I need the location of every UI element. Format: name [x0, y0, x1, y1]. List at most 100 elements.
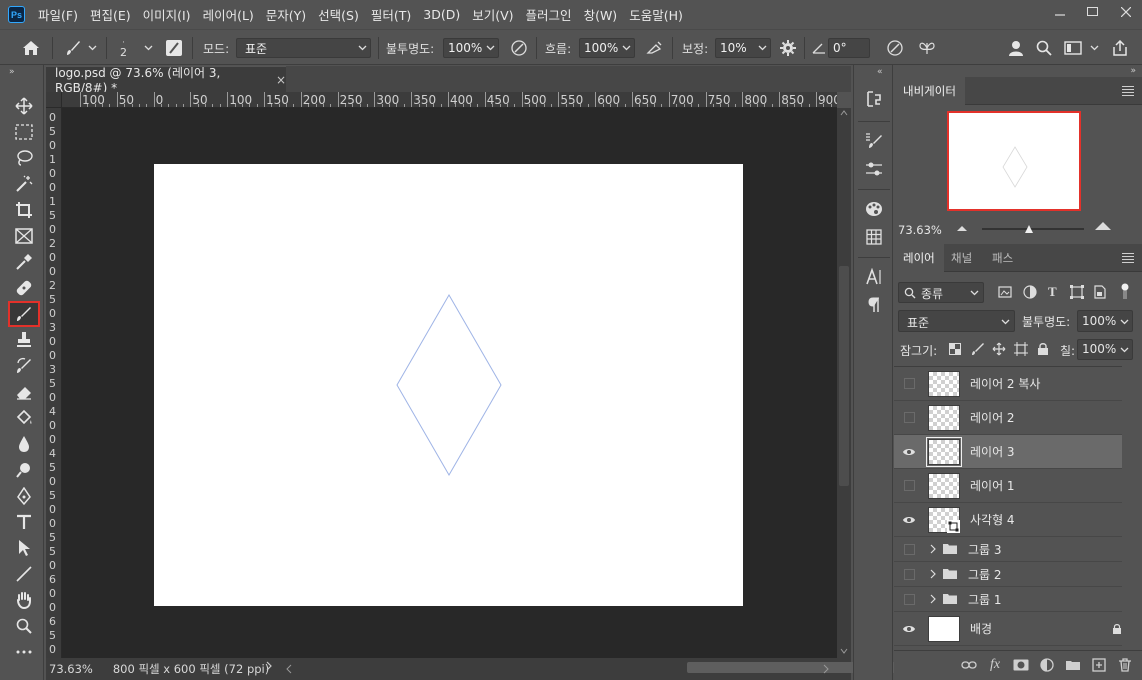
share-button[interactable]: [1112, 30, 1128, 66]
link-layers-icon[interactable]: [960, 656, 978, 674]
eraser-tool[interactable]: [8, 379, 40, 405]
lock-artboard-icon[interactable]: [1014, 342, 1028, 356]
visibility-toggle[interactable]: [894, 612, 924, 645]
magic-wand-tool[interactable]: [8, 171, 40, 197]
filter-adjustment-icon[interactable]: [1023, 285, 1037, 299]
lock-icon[interactable]: [1112, 623, 1122, 635]
filter-type-icon[interactable]: T: [1048, 284, 1057, 300]
menu-item-9[interactable]: 플러그인: [520, 5, 578, 24]
layer-row[interactable]: 레이어 1: [894, 469, 1142, 503]
horizontal-scrollbar[interactable]: [282, 658, 897, 680]
scroll-up-icon[interactable]: [840, 110, 848, 116]
horizontal-ruler[interactable]: 100 50 0 50 100 150 200 250 300 350 400 450 500 550 60…: [62, 92, 837, 108]
type-tool[interactable]: [8, 509, 40, 535]
visibility-toggle[interactable]: [894, 367, 924, 400]
layer-row[interactable]: 사각형 4: [894, 503, 1142, 537]
history-panel-button[interactable]: [862, 87, 886, 111]
menu-item-2[interactable]: 이미지(I): [137, 5, 197, 24]
adjustment-layer-icon[interactable]: [1038, 656, 1056, 674]
lock-pixels-icon[interactable]: [971, 342, 985, 356]
add-mask-icon[interactable]: [1012, 656, 1030, 674]
brush-size-chevron[interactable]: [144, 30, 153, 66]
layer-row[interactable]: 레이어 3: [894, 435, 1142, 469]
vertical-scrollbar[interactable]: [837, 108, 851, 658]
brush-size-picker[interactable]: · 2: [120, 30, 127, 66]
new-layer-icon[interactable]: [1090, 656, 1108, 674]
clone-stamp-tool[interactable]: [8, 327, 40, 353]
character-panel-button[interactable]: [862, 265, 886, 289]
visibility-toggle[interactable]: [894, 401, 924, 434]
menu-item-11[interactable]: 도움말(H): [623, 5, 689, 24]
scroll-right-icon[interactable]: [823, 664, 829, 674]
menu-item-5[interactable]: 선택(S): [312, 5, 365, 24]
layer-opacity-input[interactable]: 100%: [1077, 310, 1133, 332]
paint-bucket-tool[interactable]: [8, 405, 40, 431]
layer-group-row[interactable]: 그룹 1: [894, 587, 1142, 612]
maximize-button[interactable]: [1076, 0, 1109, 24]
menu-item-8[interactable]: 보기(V): [466, 5, 519, 24]
marquee-tool[interactable]: [8, 119, 40, 145]
menu-item-6[interactable]: 필터(T): [365, 5, 417, 24]
panel-menu-icon[interactable]: [1122, 253, 1134, 265]
pressure-opacity-button[interactable]: [510, 30, 528, 66]
filter-toggle[interactable]: [1121, 283, 1129, 301]
menu-item-0[interactable]: 파일(F): [32, 5, 84, 24]
visibility-toggle[interactable]: [894, 469, 924, 502]
ruler-origin[interactable]: [46, 92, 62, 108]
visibility-toggle[interactable]: [894, 435, 924, 468]
path-selection-tool[interactable]: [8, 535, 40, 561]
menu-item-1[interactable]: 편집(E): [84, 5, 137, 24]
paragraph-panel-button[interactable]: [862, 293, 886, 317]
visibility-toggle[interactable]: [894, 587, 924, 611]
brush-tool[interactable]: [8, 301, 40, 327]
fx-icon[interactable]: fx: [986, 656, 1004, 674]
visibility-toggle[interactable]: [894, 537, 924, 561]
zoom-in-icon[interactable]: [1094, 221, 1112, 231]
visibility-toggle[interactable]: [894, 562, 924, 586]
layer-row[interactable]: 레이어 2: [894, 401, 1142, 435]
zoom-slider-handle[interactable]: [1024, 224, 1034, 234]
visibility-toggle[interactable]: [894, 503, 924, 536]
smoothing-input[interactable]: 10%: [715, 38, 771, 58]
search-button[interactable]: [1036, 30, 1052, 66]
lock-position-icon[interactable]: [992, 342, 1006, 356]
tab-channels[interactable]: 채널: [942, 244, 981, 272]
minimize-button[interactable]: [1043, 0, 1076, 24]
move-tool[interactable]: [8, 93, 40, 119]
layer-row[interactable]: 배경: [894, 612, 1142, 646]
blur-tool[interactable]: [8, 431, 40, 457]
group-expand-icon[interactable]: [930, 544, 936, 554]
filter-smart-object-icon[interactable]: [1094, 285, 1106, 299]
new-group-icon[interactable]: [1064, 656, 1082, 674]
document-canvas[interactable]: [154, 164, 743, 606]
group-expand-icon[interactable]: [930, 569, 936, 579]
vertical-ruler[interactable]: 050100150200250300350400450500550600650: [46, 108, 62, 658]
layer-filter-dropdown[interactable]: 종류: [898, 282, 984, 303]
brush-settings-toggle[interactable]: [165, 30, 183, 66]
eyedropper-tool[interactable]: [8, 249, 40, 275]
group-expand-icon[interactable]: [930, 594, 936, 604]
fill-input[interactable]: 100%: [1077, 339, 1133, 360]
symmetry-button[interactable]: [918, 30, 936, 66]
brush-preset-picker[interactable]: [64, 30, 97, 66]
navigator-zoom-value[interactable]: 73.63%: [898, 223, 942, 237]
home-button[interactable]: [22, 30, 40, 66]
dodge-tool[interactable]: [8, 457, 40, 483]
healing-brush-tool[interactable]: [8, 275, 40, 301]
pen-tool[interactable]: [8, 483, 40, 509]
smoothing-settings-button[interactable]: [780, 30, 796, 66]
scroll-down-icon[interactable]: [840, 648, 848, 654]
opacity-input[interactable]: 100%: [443, 38, 499, 58]
tab-navigator[interactable]: 내비게이터: [894, 77, 965, 105]
menu-item-4[interactable]: 문자(Y): [260, 5, 312, 24]
angle-input[interactable]: 0°: [828, 38, 870, 58]
close-window-button[interactable]: [1109, 0, 1142, 24]
zoom-level[interactable]: 73.63%: [49, 662, 93, 676]
document-tab[interactable]: logo.psd @ 73.6% (레이어 3, RGB/8#) * ×: [46, 66, 286, 95]
status-expand-icon[interactable]: [266, 661, 272, 671]
navigator-preview[interactable]: [947, 111, 1081, 211]
zoom-out-icon[interactable]: [956, 224, 968, 232]
lock-transparent-icon[interactable]: [949, 343, 961, 355]
line-tool[interactable]: [8, 561, 40, 587]
vertical-scroll-thumb[interactable]: [839, 266, 849, 486]
